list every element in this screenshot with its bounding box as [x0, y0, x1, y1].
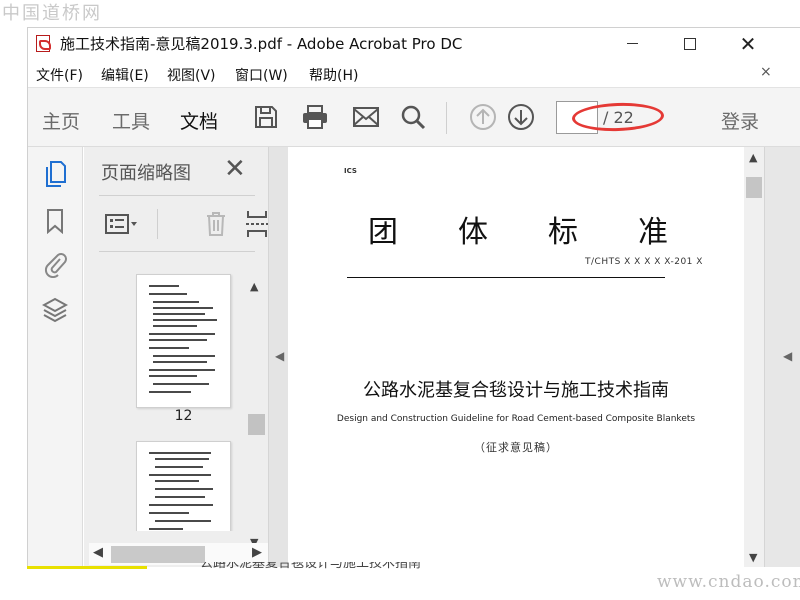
page-thumbnail[interactable] [136, 274, 231, 408]
menu-help[interactable]: 帮助(H) [309, 65, 358, 85]
scroll-up-icon[interactable]: ▲ [749, 151, 757, 164]
tab-home[interactable]: 主页 [42, 107, 80, 134]
panel-title: 页面缩略图 [101, 163, 191, 184]
page-thumbnails-icon[interactable] [41, 159, 69, 189]
menu-bar: 文件(F) 编辑(E) 视图(V) 窗口(W) 帮助(H) × [28, 59, 800, 87]
maximize-icon [684, 37, 696, 50]
left-navigation-rail [28, 147, 83, 567]
close-window-button[interactable]: ✕ [725, 28, 771, 59]
email-icon[interactable] [350, 101, 382, 133]
watermark-bottom: www.cndao.com [657, 572, 800, 592]
watermark-top: 中国道桥网 [2, 3, 102, 24]
thumbnail-options-icon[interactable] [104, 208, 138, 240]
collapse-left-icon[interactable]: ◀ [275, 349, 284, 363]
minimize-icon [626, 43, 638, 44]
window-title: 施工技术指南-意见稿2019.3.pdf - Adobe Acrobat Pro… [60, 35, 463, 53]
prev-page-icon[interactable] [467, 101, 499, 133]
doc-standard-code: T/CHTS X X X X X-201 X [585, 257, 703, 267]
pdf-file-icon [36, 35, 51, 52]
doc-chinese-title: 公路水泥基复合毯设计与施工技术指南 [363, 380, 669, 401]
doc-heading: 团 体 标 准 [368, 207, 668, 251]
menu-window[interactable]: 窗口(W) [235, 65, 288, 85]
menu-view[interactable]: 视图(V) [167, 65, 216, 85]
minimize-button[interactable] [609, 28, 655, 59]
close-icon: ✕ [739, 31, 757, 56]
attachment-icon[interactable] [41, 249, 69, 279]
bottom-highlight-bar [27, 566, 147, 569]
document-vertical-scrollbar[interactable]: ▲ ▼ [744, 147, 764, 567]
tab-document[interactable]: 文档 [180, 107, 218, 134]
thumbnail-horizontal-scrollbar[interactable]: ◀ ▶ [89, 543, 269, 565]
close-panel-button[interactable]: ✕ [224, 156, 246, 182]
scroll-left-icon[interactable]: ◀ [93, 545, 103, 560]
search-icon[interactable] [397, 101, 429, 133]
toolbar: 主页 工具 文档 / 22 登录 [28, 87, 800, 147]
doc-heading-char: 体 [458, 215, 488, 250]
scroll-thumb[interactable] [746, 177, 762, 198]
delete-icon[interactable] [199, 208, 233, 240]
layers-icon[interactable] [41, 295, 69, 325]
doc-heading-char: 准 [638, 215, 668, 250]
scroll-thumb[interactable] [111, 546, 205, 563]
panel-collapse-handle[interactable]: ◀ [268, 147, 288, 567]
save-icon[interactable] [250, 101, 282, 133]
bookmark-icon[interactable] [41, 206, 69, 236]
panel-divider [99, 195, 255, 196]
document-page: ICS 团 体 标 准 T/CHTS X X X X X-201 X 公路水泥基… [288, 147, 744, 567]
thumbnail-vertical-scrollbar[interactable]: ▲ ▼ [246, 274, 265, 552]
doc-ics: ICS [344, 167, 357, 175]
scroll-thumb[interactable] [248, 414, 265, 435]
doc-heading-char: 团 [368, 215, 398, 250]
panel-divider [99, 251, 255, 252]
doc-horizontal-rule [347, 277, 665, 278]
close-document-button[interactable]: × [760, 64, 772, 80]
maximize-button[interactable] [667, 28, 713, 59]
thumbnail-page-label: 12 [174, 408, 193, 424]
panel-separator [157, 209, 158, 239]
tab-tools[interactable]: 工具 [112, 107, 150, 134]
login-button[interactable]: 登录 [721, 107, 759, 134]
thumbnail-list: 12 [84, 253, 268, 531]
document-view: ICS 团 体 标 准 T/CHTS X X X X X-201 X 公路水泥基… [288, 147, 800, 567]
doc-draft-note: （征求意见稿） [474, 441, 558, 454]
doc-english-title: Design and Construction Guideline for Ro… [336, 414, 696, 424]
print-icon[interactable] [299, 101, 331, 133]
acrobat-window: 施工技术指南-意见稿2019.3.pdf - Adobe Acrobat Pro… [27, 27, 800, 567]
scroll-down-icon[interactable]: ▼ [749, 551, 757, 564]
menu-file[interactable]: 文件(F) [36, 65, 83, 85]
scroll-up-icon[interactable]: ▲ [250, 280, 258, 293]
next-page-icon[interactable] [505, 101, 537, 133]
menu-edit[interactable]: 编辑(E) [101, 65, 149, 85]
thumbnails-panel: 页面缩略图 ✕ 12 ▲ ◀ ▶ [84, 147, 269, 567]
page-thumbnail[interactable] [136, 441, 231, 531]
doc-heading-char: 标 [548, 215, 578, 250]
title-bar: 施工技术指南-意见稿2019.3.pdf - Adobe Acrobat Pro… [28, 28, 800, 59]
expand-right-panel-icon[interactable]: ◀ [783, 349, 792, 363]
scroll-right-icon[interactable]: ▶ [252, 545, 262, 560]
toolbar-separator [446, 102, 447, 134]
right-panel-handle[interactable]: ◀ [764, 147, 800, 567]
